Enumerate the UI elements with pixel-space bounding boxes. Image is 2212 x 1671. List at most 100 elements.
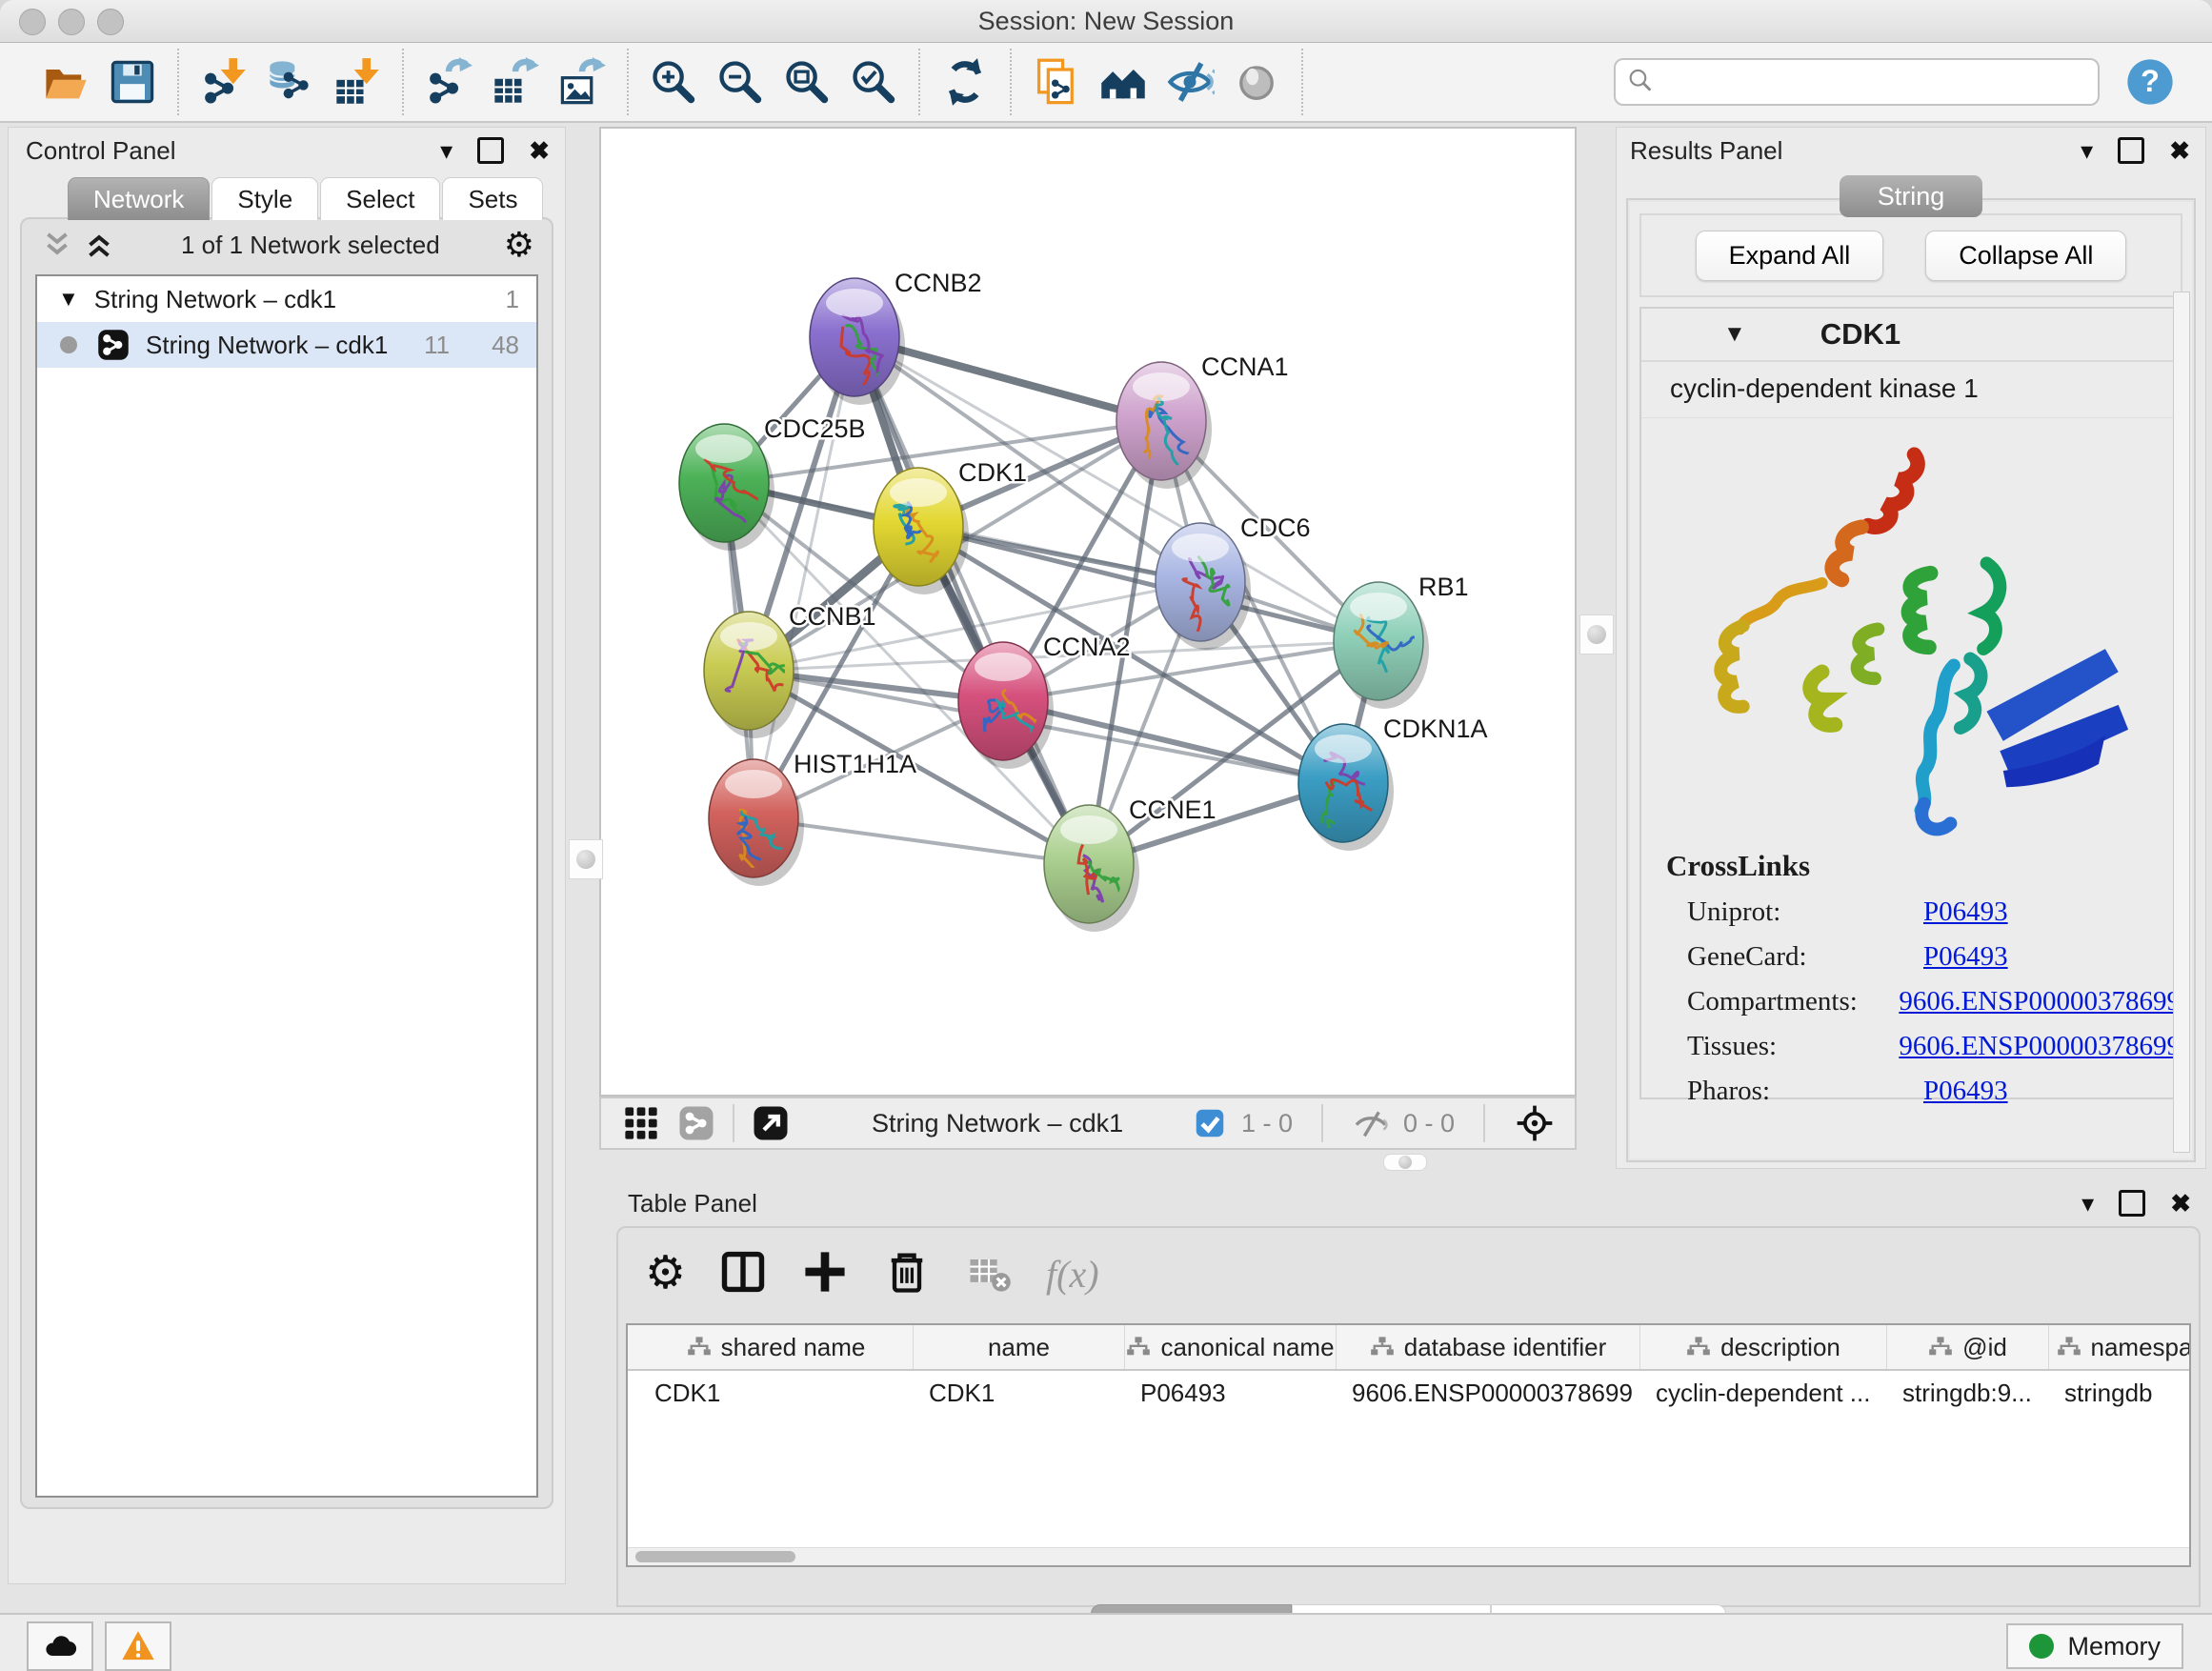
string-results-container: Expand All Collapse All ▼ CDK1 cyclin-de…: [1626, 198, 2196, 1162]
panel-menu-icon[interactable]: ▾: [440, 138, 452, 163]
results-scrollbar[interactable]: [2173, 292, 2190, 1153]
tab-style[interactable]: Style: [211, 177, 318, 220]
network-collection-row[interactable]: ▼ String Network – cdk1 1: [37, 276, 536, 322]
first-neighbors-icon[interactable]: [1096, 54, 1151, 110]
entry-collapse-icon[interactable]: ▼: [1723, 321, 1746, 348]
zoom-in-icon[interactable]: [646, 54, 701, 110]
tab-string[interactable]: String: [1840, 175, 1982, 217]
hidden-eye-icon[interactable]: [1352, 1104, 1390, 1142]
refresh-icon[interactable]: [937, 54, 993, 110]
bottom-splitter-handle[interactable]: [1383, 1154, 1427, 1171]
minimize-window-icon[interactable]: [58, 9, 85, 35]
export-image-icon[interactable]: [554, 54, 610, 110]
show-column-icon[interactable]: [718, 1247, 768, 1301]
collapse-all-button[interactable]: Collapse All: [1925, 231, 2126, 281]
expand-all-icon[interactable]: [81, 227, 117, 263]
cell[interactable]: 9606.ENSP00000378699: [1337, 1371, 1640, 1415]
results-close-icon[interactable]: ✖: [2169, 138, 2190, 163]
network-row[interactable]: String Network – cdk1 11 48: [37, 322, 536, 368]
maximize-window-icon[interactable]: [97, 9, 124, 35]
node-label-CCNA2: CCNA2: [1043, 633, 1131, 661]
table-settings-gear-icon[interactable]: ⚙: [645, 1251, 686, 1297]
show-all-icon[interactable]: [1229, 54, 1284, 110]
hide-selected-icon[interactable]: [1162, 54, 1217, 110]
close-window-icon[interactable]: [19, 9, 46, 35]
import-network-database-icon[interactable]: [263, 54, 318, 110]
open-session-icon[interactable]: [38, 54, 93, 110]
node-CCNA2[interactable]: CCNA2: [958, 633, 1131, 769]
table-float-icon[interactable]: [2119, 1190, 2145, 1217]
node-CCNA1[interactable]: CCNA1: [1116, 352, 1289, 489]
crosslink-link[interactable]: P06493: [1923, 1076, 2008, 1107]
network-options-gear-icon[interactable]: ⚙: [504, 228, 534, 262]
node-CCNB1[interactable]: CCNB1: [704, 602, 876, 738]
birdseye-view-icon[interactable]: [750, 1102, 792, 1144]
scrollbar-thumb[interactable]: [635, 1551, 795, 1562]
zoom-selected-icon[interactable]: [846, 54, 901, 110]
help-icon[interactable]: ?: [2124, 56, 2176, 108]
results-float-icon[interactable]: [2118, 137, 2144, 164]
results-menu-icon[interactable]: ▾: [2081, 138, 2093, 163]
node-CCNE1[interactable]: CCNE1: [1044, 795, 1217, 932]
add-column-icon[interactable]: [800, 1247, 850, 1301]
cell[interactable]: stringdb: [2049, 1371, 2191, 1415]
column-header-@id[interactable]: @id: [1887, 1325, 2049, 1369]
export-table-icon[interactable]: [488, 54, 543, 110]
export-network-icon[interactable]: [421, 54, 476, 110]
table-close-icon[interactable]: ✖: [2170, 1191, 2191, 1216]
collection-expand-icon[interactable]: ▼: [58, 287, 79, 312]
cell[interactable]: stringdb:9...: [1887, 1371, 2049, 1415]
crosslink-link[interactable]: 9606.ENSP00000378699: [1899, 986, 2181, 1017]
crosslink-link[interactable]: 9606.ENSP00000378699: [1899, 1031, 2181, 1062]
save-session-icon[interactable]: [105, 54, 160, 110]
column-header-namespac[interactable]: namespac: [2049, 1325, 2191, 1369]
search-input[interactable]: [1614, 58, 2100, 106]
crosslink-link[interactable]: P06493: [1923, 896, 2008, 928]
close-panel-icon[interactable]: ✖: [529, 138, 550, 163]
column-header-canonical-name[interactable]: canonical name: [1125, 1325, 1337, 1369]
crosslink-link[interactable]: P06493: [1923, 941, 2008, 973]
node-RB1[interactable]: RB1: [1334, 573, 1469, 709]
cell[interactable]: CDK1: [914, 1371, 1125, 1415]
import-table-icon[interactable]: [330, 54, 385, 110]
expand-all-button[interactable]: Expand All: [1696, 231, 1884, 281]
network-canvas[interactable]: CCNB2 CCNA1 CDC25BCDK1 CDC6RB1 CCNB1 CCNA2 CDK…: [599, 127, 1577, 1097]
left-splitter-handle[interactable]: [569, 839, 603, 879]
zoom-out-icon[interactable]: [713, 54, 768, 110]
node-CDC6[interactable]: CDC6: [1156, 513, 1311, 653]
zoom-fit-icon[interactable]: [779, 54, 835, 110]
node-HIST1H1A[interactable]: HIST1H1A: [709, 750, 916, 886]
column-header-name[interactable]: name: [914, 1325, 1125, 1369]
tab-network[interactable]: Network: [68, 177, 210, 220]
node-CDK1[interactable]: CDK1: [874, 458, 1027, 594]
right-splitter-handle[interactable]: [1579, 614, 1614, 654]
delete-column-icon[interactable]: [882, 1247, 932, 1301]
cloud-button[interactable]: [27, 1621, 93, 1671]
column-header-database-identifier[interactable]: database identifier: [1337, 1325, 1640, 1369]
table-menu-icon[interactable]: ▾: [2081, 1191, 2094, 1216]
column-header-shared-name[interactable]: shared name: [639, 1325, 914, 1369]
network-view-share-icon[interactable]: [675, 1102, 717, 1144]
protein-structure-image: [1663, 432, 2159, 843]
cell[interactable]: P06493: [1125, 1371, 1337, 1415]
tab-select[interactable]: Select: [320, 177, 440, 220]
cell[interactable]: cyclin-dependent ...: [1640, 1371, 1887, 1415]
selected-checkbox-icon[interactable]: [1192, 1105, 1228, 1141]
warning-button[interactable]: [105, 1621, 171, 1671]
node-CDKN1A[interactable]: CDKN1A: [1298, 715, 1488, 851]
import-network-file-icon[interactable]: [196, 54, 251, 110]
tab-sets[interactable]: Sets: [442, 177, 543, 220]
table-row[interactable]: CDK1CDK1P064939606.ENSP00000378699cyclin…: [628, 1371, 2189, 1415]
network-graph: CCNB2 CCNA1 CDC25BCDK1 CDC6RB1 CCNB1 CCNA2 CDK…: [601, 129, 1575, 1095]
column-header-description[interactable]: description: [1640, 1325, 1887, 1369]
memory-button[interactable]: Memory: [2006, 1623, 2183, 1669]
fit-selected-crosshair-icon[interactable]: [1514, 1102, 1556, 1144]
network-label: String Network – cdk1: [146, 331, 388, 360]
clone-network-icon[interactable]: [1029, 54, 1084, 110]
collapse-all-icon[interactable]: [39, 227, 75, 263]
node-CCNB2[interactable]: CCNB2: [810, 269, 982, 405]
node-CDC25B[interactable]: CDC25B: [679, 414, 866, 551]
float-panel-icon[interactable]: [477, 137, 504, 164]
grid-view-icon[interactable]: [620, 1102, 662, 1144]
cell[interactable]: CDK1: [639, 1371, 914, 1415]
